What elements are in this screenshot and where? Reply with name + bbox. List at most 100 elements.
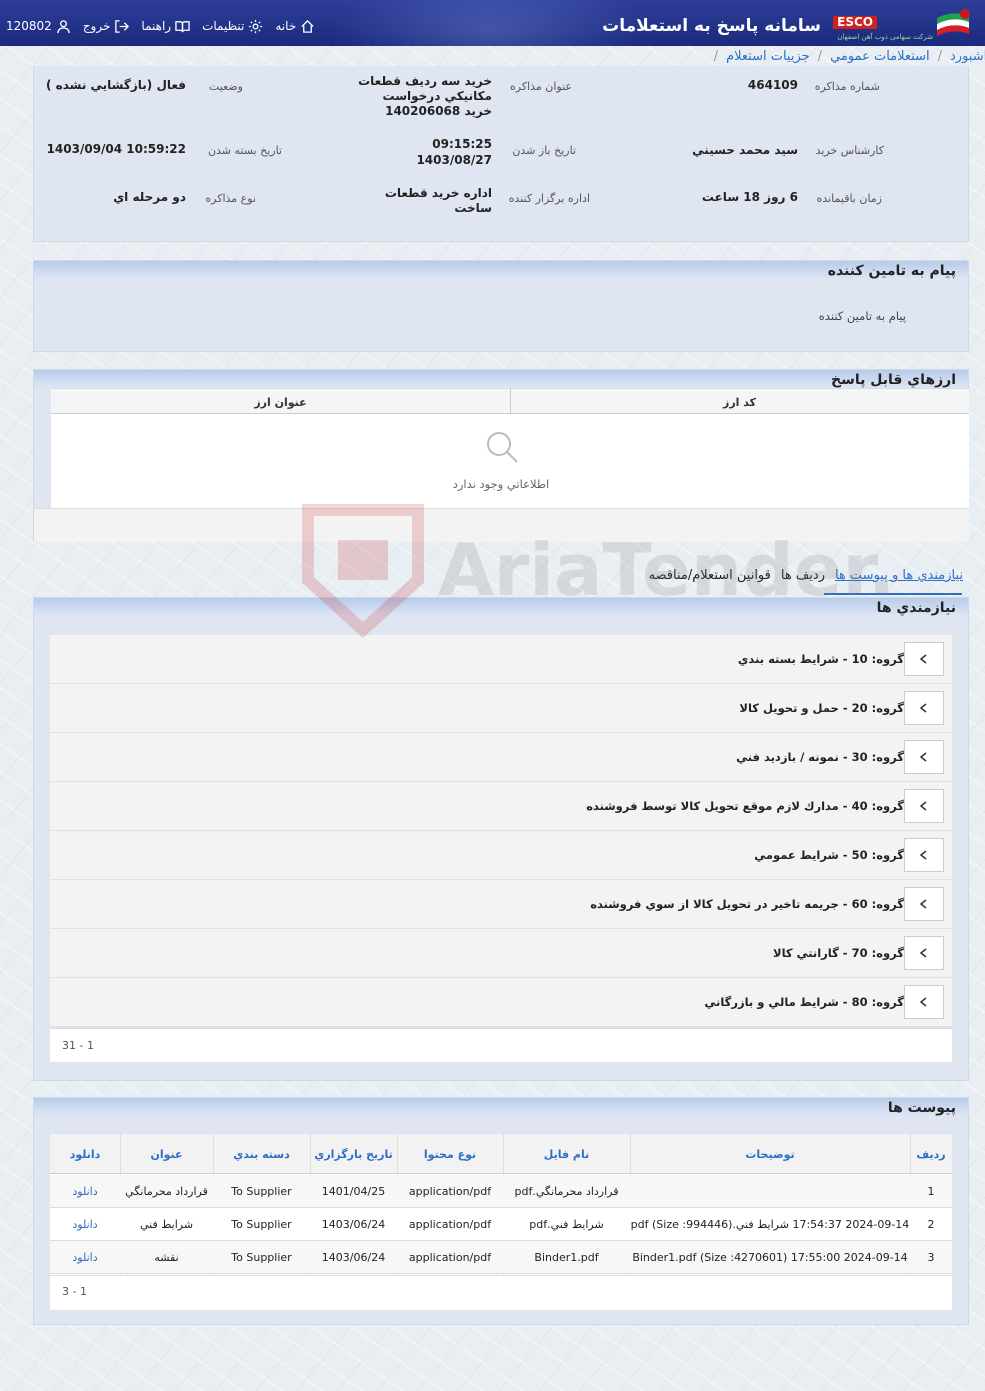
attachment-cell-category: To Supplier: [231, 1218, 292, 1231]
breadcrumb: داشبورد / استعلامات عمومي / جزييات استعل…: [0, 46, 985, 66]
inquiry-details-panel: شماره مذاكره 464109 عنوان مذاكره خريد سه…: [33, 66, 969, 242]
attachments-pager: 1 - 3: [62, 1285, 87, 1298]
status-label: وضعيت: [208, 80, 243, 93]
requirement-group-row[interactable]: گروه: 40 - مدارك لازم موقع تحويل كالا تو…: [50, 782, 952, 831]
remaining-label: زمان باقيمانده: [816, 192, 882, 205]
help-link[interactable]: راهنما: [135, 19, 196, 34]
attachment-cell-description: 2024-09-14 17:54:37 شرايط فني.pdf (Size …: [630, 1218, 910, 1231]
requirement-group-label: گروه: 20 - حمل و تحويل كالا: [739, 701, 904, 715]
attachment-cell-download[interactable]: دانلود: [50, 1185, 120, 1198]
type-label: نوع مذاكره: [205, 192, 256, 205]
expand-button[interactable]: [904, 789, 944, 823]
attachment-cell-upload-date: 1401/04/25: [321, 1185, 386, 1198]
attachments-header-title[interactable]: عنوان: [120, 1148, 213, 1161]
logout-link[interactable]: خروج: [77, 19, 136, 34]
requirement-group-label: گروه: 60 - جريمه تاخير در تحويل كالا از …: [590, 897, 904, 911]
requirement-group-row[interactable]: گروه: 30 - نمونه / بازديد فني: [50, 733, 952, 782]
requirement-group-row[interactable]: گروه: 20 - حمل و تحويل كالا: [50, 684, 952, 733]
breadcrumb-inquiry-details[interactable]: جزييات استعلام: [726, 49, 810, 64]
attachments-header-row[interactable]: رديف: [910, 1148, 952, 1161]
breadcrumb-dashboard[interactable]: داشبورد: [950, 49, 985, 64]
requirement-group-row[interactable]: گروه: 60 - جريمه تاخير در تحويل كالا از …: [50, 880, 952, 929]
status-value: فعال (بازگشايي نشده ): [45, 78, 186, 92]
number-label: شماره مذاكره: [814, 80, 880, 93]
brand-subtitle: شرکت سهامی ذوب آهن اصفهان: [837, 33, 933, 41]
attachment-cell-file-name: Binder1.pdf: [534, 1251, 599, 1264]
attachment-cell-upload-date: 1403/06/24: [321, 1218, 386, 1231]
requirement-group-row[interactable]: گروه: 10 - شرايط بسته بندي: [50, 635, 952, 684]
attachment-cell-download[interactable]: دانلود: [50, 1251, 120, 1264]
remaining-value: 6 روز 18 ساعت: [701, 190, 798, 204]
expand-button[interactable]: [904, 936, 944, 970]
attachment-cell-category: To Supplier: [231, 1185, 292, 1198]
supplier-message-text: پيام به تامين كننده: [818, 309, 906, 323]
brand-logo: ESCO: [833, 16, 877, 29]
requirement-group-label: گروه: 50 - شرايط عمومي: [754, 848, 904, 862]
attachments-title: پيوست ها: [887, 1100, 956, 1116]
requirement-group-row[interactable]: گروه: 50 - شرايط عمومي: [50, 831, 952, 880]
requirement-group-row[interactable]: گروه: 70 - گارانتي كالا: [50, 929, 952, 978]
organizer-label: اداره برگزار كننده: [508, 192, 590, 205]
expand-button[interactable]: [904, 642, 944, 676]
attachment-cell-upload-date: 1403/06/24: [321, 1251, 386, 1264]
currency-code-header[interactable]: كد ارز: [510, 396, 969, 409]
chevron-left-icon: [919, 801, 927, 811]
logout-icon: [115, 19, 130, 33]
attachments-header-upload-date[interactable]: تاريخ بارگزاري: [310, 1148, 397, 1161]
requirements-title: نيازمندي ها: [876, 600, 956, 616]
attachments-header-download[interactable]: دانلود: [50, 1148, 120, 1161]
close-date-label: تاريخ بسته شدن: [207, 144, 282, 157]
attachments-header-description[interactable]: توضيحات: [630, 1148, 910, 1161]
attachments-header-file-name[interactable]: نام فايل: [503, 1148, 630, 1161]
settings-label: تنظیمات: [202, 19, 245, 33]
attachments-header-content-type[interactable]: نوع محتوا: [397, 1148, 503, 1161]
title-value: خريد سه رديف قطعات مكانيكي درخواست خريد …: [358, 74, 492, 118]
home-icon: [301, 19, 314, 33]
chevron-left-icon: [919, 997, 927, 1007]
breadcrumb-public-inquiries[interactable]: استعلامات عمومي: [830, 49, 930, 64]
close-date-value: 1403/09/04 10:59:22: [46, 142, 186, 156]
currency-title-header[interactable]: عنوان ارز: [51, 396, 510, 409]
attachment-cell-description: 2024-09-14 17:55:00 Binder1.pdf (Size :4…: [632, 1251, 908, 1264]
search-icon: [487, 432, 518, 463]
tab-inquiry-rules[interactable]: قوانين استعلام/مناقصه: [649, 568, 771, 583]
open-date-time: 09:15:25: [432, 137, 492, 151]
title-label: عنوان مذاكره: [510, 80, 572, 93]
home-link[interactable]: خانه: [269, 19, 321, 34]
top-bar: ESCO شرکت سهامی ذوب آهن اصفهان سامانه پا…: [0, 0, 985, 46]
chevron-left-icon: [919, 899, 927, 909]
app-title: سامانه پاسخ به استعلامات: [602, 16, 821, 36]
expert-value: سيد محمد حسيني: [692, 143, 798, 157]
requirement-group-label: گروه: 70 - گارانتي كالا: [773, 946, 904, 960]
expand-button[interactable]: [904, 985, 944, 1019]
attachment-cell-title: نقشه: [154, 1251, 179, 1264]
chevron-left-icon: [919, 752, 927, 762]
requirement-group-label: گروه: 30 - نمونه / بازديد فني: [736, 750, 904, 764]
currencies-panel: ارزهاي قابل پاسخ كد ارز عنوان ارز اطلاعا…: [33, 369, 969, 542]
iran-flag-logo-icon: [937, 9, 970, 36]
attachment-row: 2 2024-09-14 17:54:37 شرايط فني.pdf (Size…: [50, 1208, 952, 1241]
tab-requirements-attachments[interactable]: نيازمندي ها و پيوست ها: [835, 568, 963, 583]
supplier-message-title: پيام به تامين كننده: [827, 263, 956, 279]
expand-button[interactable]: [904, 838, 944, 872]
chevron-left-icon: [919, 850, 927, 860]
expand-button[interactable]: [904, 740, 944, 774]
attachment-cell-title: شرايط فني: [139, 1218, 194, 1231]
open-date-date: 1403/08/27: [416, 153, 492, 167]
settings-link[interactable]: تنظیمات: [196, 19, 269, 34]
tab-rows[interactable]: رديف ها: [781, 568, 825, 583]
attachments-header-category[interactable]: دسته بندي: [213, 1148, 310, 1161]
type-value: دو مرحله اي: [113, 190, 186, 204]
expand-button[interactable]: [904, 887, 944, 921]
expert-label: كارشناس خريد: [815, 144, 884, 157]
gear-icon: [249, 19, 263, 33]
attachment-cell-content-type: application/pdf: [408, 1251, 492, 1264]
user-icon: [57, 19, 70, 33]
attachment-row: 1 قرارداد محرمانگي.pdf application/pdf 1401…: [50, 1175, 952, 1208]
user-menu[interactable]: 120802: [0, 19, 77, 34]
attachment-cell-category: To Supplier: [231, 1251, 292, 1264]
expand-button[interactable]: [904, 691, 944, 725]
requirement-group-row[interactable]: گروه: 80 - شرايط مالي و بازرگاني: [50, 978, 952, 1027]
attachment-cell-download[interactable]: دانلود: [50, 1218, 120, 1231]
requirement-group-label: گروه: 80 - شرايط مالي و بازرگاني: [704, 995, 904, 1009]
